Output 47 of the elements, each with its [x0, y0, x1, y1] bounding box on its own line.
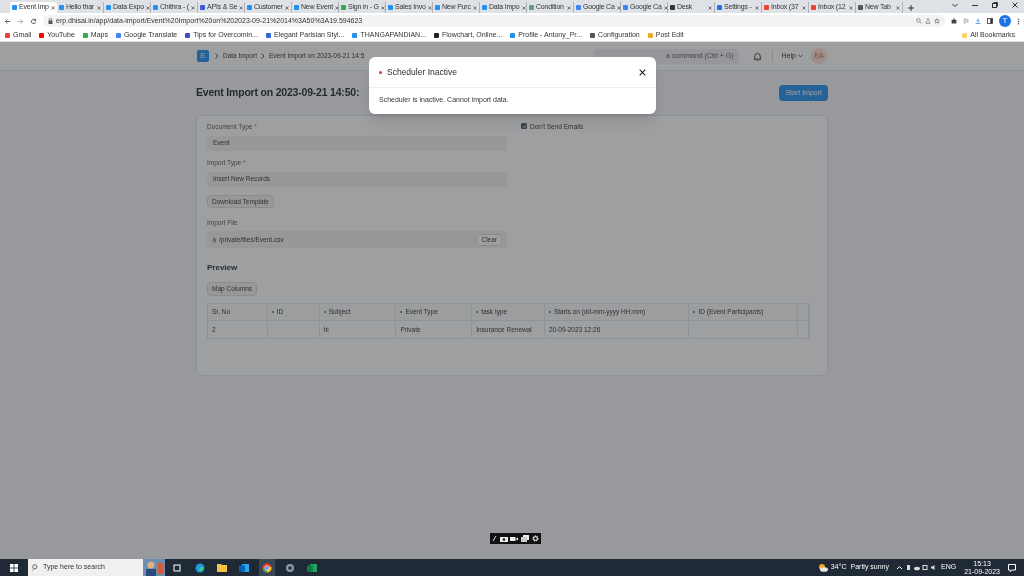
tab-search-icon[interactable] [952, 2, 958, 8]
share-icon[interactable] [925, 18, 931, 24]
edge-icon[interactable] [195, 562, 205, 573]
weather-icon [817, 563, 828, 572]
chrome-icon[interactable] [262, 562, 272, 573]
new-tab-icon[interactable] [908, 5, 914, 11]
pen-icon[interactable] [492, 535, 498, 542]
section-title: Preview [207, 262, 239, 275]
excel-icon[interactable] [307, 562, 317, 573]
download-icon[interactable] [975, 18, 981, 24]
bell-icon[interactable] [752, 51, 762, 61]
checkbox[interactable] [521, 123, 527, 129]
page-title: Event Import on 2023-09-21 14:50: [196, 85, 360, 101]
chevron-icon [260, 53, 265, 59]
folder-icon [962, 32, 968, 38]
zoom-icon[interactable] [916, 18, 922, 24]
search-highlight-drawing [143, 559, 165, 576]
back-icon[interactable] [4, 17, 11, 25]
reload-icon[interactable] [30, 17, 37, 25]
windows-start-icon[interactable] [10, 563, 18, 572]
folder-icon[interactable] [217, 563, 227, 572]
more-icon[interactable] [1017, 17, 1020, 25]
close-icon[interactable] [639, 68, 646, 76]
windows-icon[interactable] [521, 535, 530, 542]
puzzle-icon[interactable] [951, 18, 957, 24]
paperclip-icon [212, 236, 217, 243]
notification-icon[interactable] [1008, 563, 1016, 572]
star-icon[interactable] [934, 18, 940, 24]
video-icon[interactable] [510, 535, 519, 542]
search-icon [32, 564, 39, 571]
profile-avatar[interactable]: T [999, 15, 1011, 27]
restore-icon[interactable] [992, 2, 998, 8]
caret-icon [798, 54, 803, 58]
chevron-icon [215, 53, 219, 59]
tray-icons-drawing[interactable] [897, 564, 937, 571]
outlook-icon[interactable] [239, 562, 249, 573]
app-icon[interactable] [285, 562, 295, 573]
camera-icon[interactable] [499, 535, 508, 542]
settings-icon[interactable] [531, 535, 539, 542]
reading-list-icon[interactable] [963, 18, 969, 24]
minimize-icon[interactable] [972, 2, 978, 8]
close-icon[interactable] [1012, 2, 1018, 8]
lock-icon [48, 18, 53, 24]
side-panel-icon[interactable] [987, 18, 993, 24]
forward-icon[interactable] [17, 17, 24, 25]
task-view-icon[interactable] [173, 563, 181, 572]
modal-title: Scheduler Inactive [387, 65, 458, 79]
